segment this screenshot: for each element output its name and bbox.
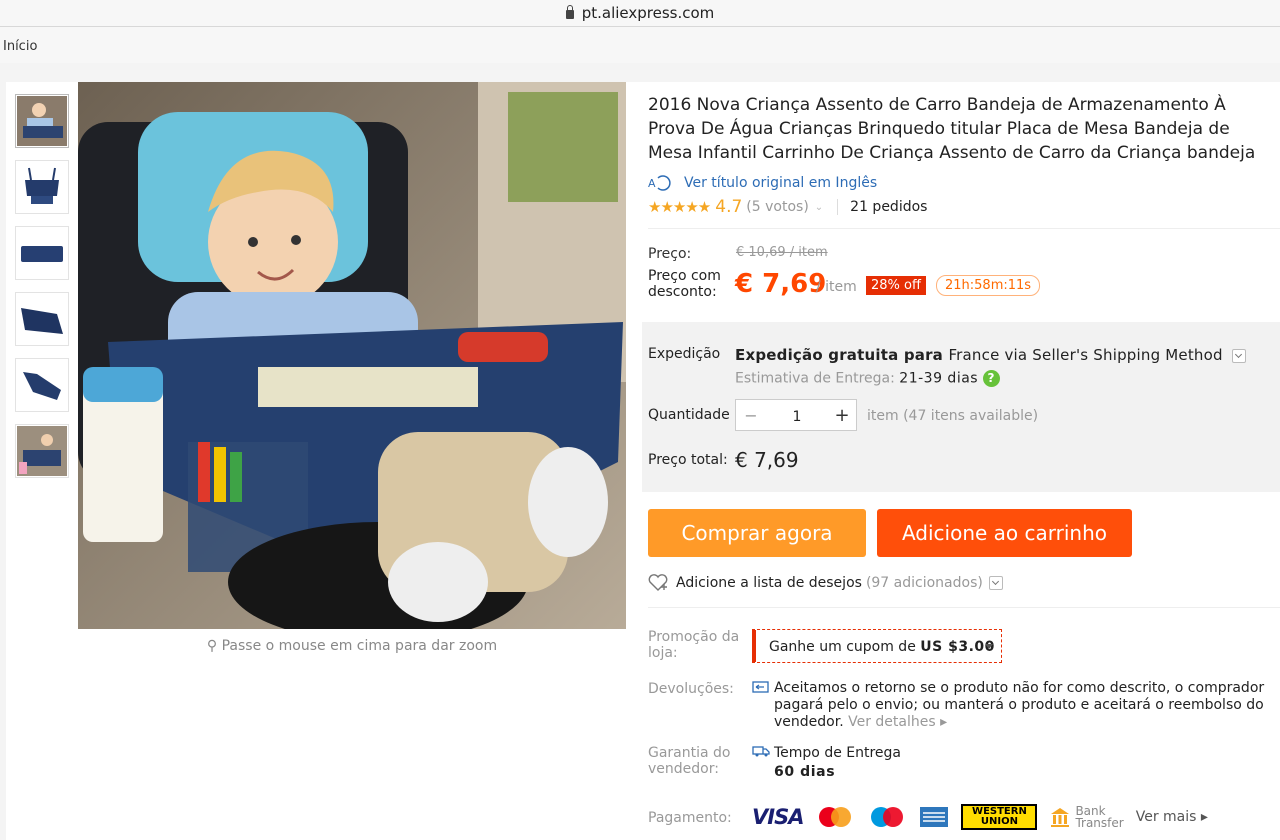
breadcrumb-home[interactable]: Início: [3, 39, 37, 54]
translate-link[interactable]: A Ver título original em Inglês: [648, 175, 1280, 191]
product-info: 2016 Nova Criança Assento de Carro Bande…: [642, 82, 1280, 830]
quantity-input[interactable]: 1: [766, 405, 828, 425]
payment-more-link[interactable]: Ver mais ▸: [1136, 809, 1208, 825]
delivery-estimate: Estimativa de Entrega: 21-39 dias ?: [735, 370, 1000, 387]
breadcrumb: Início: [0, 27, 1280, 63]
orders-count: 21 pedidos: [850, 199, 928, 215]
shipping-quantity-box: Expedição Expedição gratuita para France…: [642, 322, 1280, 492]
total-price: € 7,69: [735, 448, 799, 472]
delivery-truck-icon: [752, 746, 770, 757]
discount-price-label: Preço com desconto:: [648, 268, 721, 300]
quantity-stepper[interactable]: − 1 +: [735, 399, 857, 431]
divider: [837, 199, 839, 215]
returns-label: Devoluções:: [648, 681, 734, 697]
bank-icon: [1051, 808, 1070, 827]
shipping-method[interactable]: Expedição gratuita para France via Selle…: [735, 346, 1247, 364]
add-to-cart-button[interactable]: Adicione ao carrinho: [877, 509, 1132, 557]
guarantee-title: Tempo de Entrega: [774, 745, 902, 761]
price-box: Preço: € 10,69 / item Preço com desconto…: [648, 228, 1280, 304]
thumbnail-list: [15, 94, 69, 490]
product-title: 2016 Nova Criança Assento de Carro Bande…: [648, 95, 1256, 163]
price-unit: / item: [816, 279, 857, 295]
rating-row: ★★★★★ 4.7 (5 votos) ⌄ 21 pedidos: [648, 197, 1280, 217]
rating-value: 4.7: [715, 197, 743, 217]
thumbnail-1[interactable]: [15, 94, 69, 148]
returns-policy: Aceitamos o retorno se o produto não for…: [752, 680, 1272, 731]
shipping-dropdown-icon[interactable]: [1232, 348, 1247, 363]
thumbnail-5[interactable]: [15, 358, 69, 412]
caret-down-icon: [985, 644, 993, 649]
buy-now-button[interactable]: Comprar agora: [648, 509, 866, 557]
amex-logo-icon: [920, 807, 949, 827]
wishlist-count: (97 adicionados): [865, 575, 983, 591]
stock-note: item (47 itens available): [867, 408, 1039, 424]
shipping-label: Expedição: [648, 346, 721, 362]
lock-icon: [565, 4, 574, 19]
zoom-hint: ⚲ Passe o mouse em cima para dar zoom: [206, 638, 498, 654]
quantity-decrease-button[interactable]: −: [736, 406, 766, 425]
western-union-logo-icon: WESTERN UNION: [961, 804, 1038, 830]
returns-details-link[interactable]: Ver detalhes ▸: [848, 714, 947, 730]
product-main-image[interactable]: [78, 82, 626, 629]
original-price: € 10,69 / item: [736, 245, 828, 260]
payment-label: Pagamento:: [648, 810, 732, 826]
section-divider: [648, 607, 1280, 608]
thumbnail-3[interactable]: [15, 226, 69, 280]
svg-text:A: A: [648, 177, 656, 190]
translate-icon: A: [648, 175, 671, 191]
guarantee-label: Garantia do vendedor:: [648, 745, 731, 777]
thumbnail-2[interactable]: [15, 160, 69, 214]
help-icon[interactable]: ?: [982, 370, 1000, 387]
wishlist-row[interactable]: Adicione a lista de desejos (97 adiciona…: [648, 574, 1003, 592]
heart-icon: [648, 574, 668, 591]
quantity-label: Quantidade: [648, 407, 730, 423]
total-label: Preço total:: [648, 452, 728, 468]
product-page: ⚲ Passe o mouse em cima para dar zoom 20…: [6, 82, 1280, 840]
thumbnail-6[interactable]: [15, 424, 69, 478]
return-icon: [752, 681, 769, 693]
wishlist-dropdown-icon[interactable]: [988, 576, 1003, 590]
votes-link[interactable]: (5 votos): [746, 199, 808, 215]
promo-label: Promoção da loja:: [648, 629, 740, 661]
mastercard-logo-icon: [819, 807, 852, 827]
coupon-dropdown[interactable]: Ganhe um cupom de US $3.00: [752, 629, 1002, 663]
guarantee-value: 60 dias: [774, 764, 836, 780]
price-label: Preço:: [648, 246, 692, 262]
star-rating-icon: ★★★★★: [648, 198, 711, 216]
magnifier-icon: ⚲: [206, 638, 218, 654]
visa-logo-icon: VISA: [752, 805, 804, 829]
maestro-logo-icon: [871, 807, 904, 827]
address-bar[interactable]: pt.aliexpress.com: [0, 0, 1280, 27]
quantity-increase-button[interactable]: +: [828, 405, 856, 426]
chevron-down-icon: ⌄: [814, 201, 824, 213]
bank-transfer-logo-icon: Bank Transfer: [1049, 805, 1124, 829]
thumbnail-4[interactable]: [15, 292, 69, 346]
current-price: € 7,69: [735, 269, 827, 299]
payment-methods: VISA WESTERN UNION Bank Transfer Ver mai…: [752, 804, 1220, 830]
wishlist-label: Adicione a lista de desejos: [676, 575, 862, 591]
countdown-timer: 21h:58m:11s: [936, 275, 1041, 296]
url-text: pt.aliexpress.com: [581, 4, 715, 22]
seller-guarantee: Tempo de Entrega 60 dias: [752, 744, 901, 782]
discount-badge: 28% off: [866, 276, 926, 295]
